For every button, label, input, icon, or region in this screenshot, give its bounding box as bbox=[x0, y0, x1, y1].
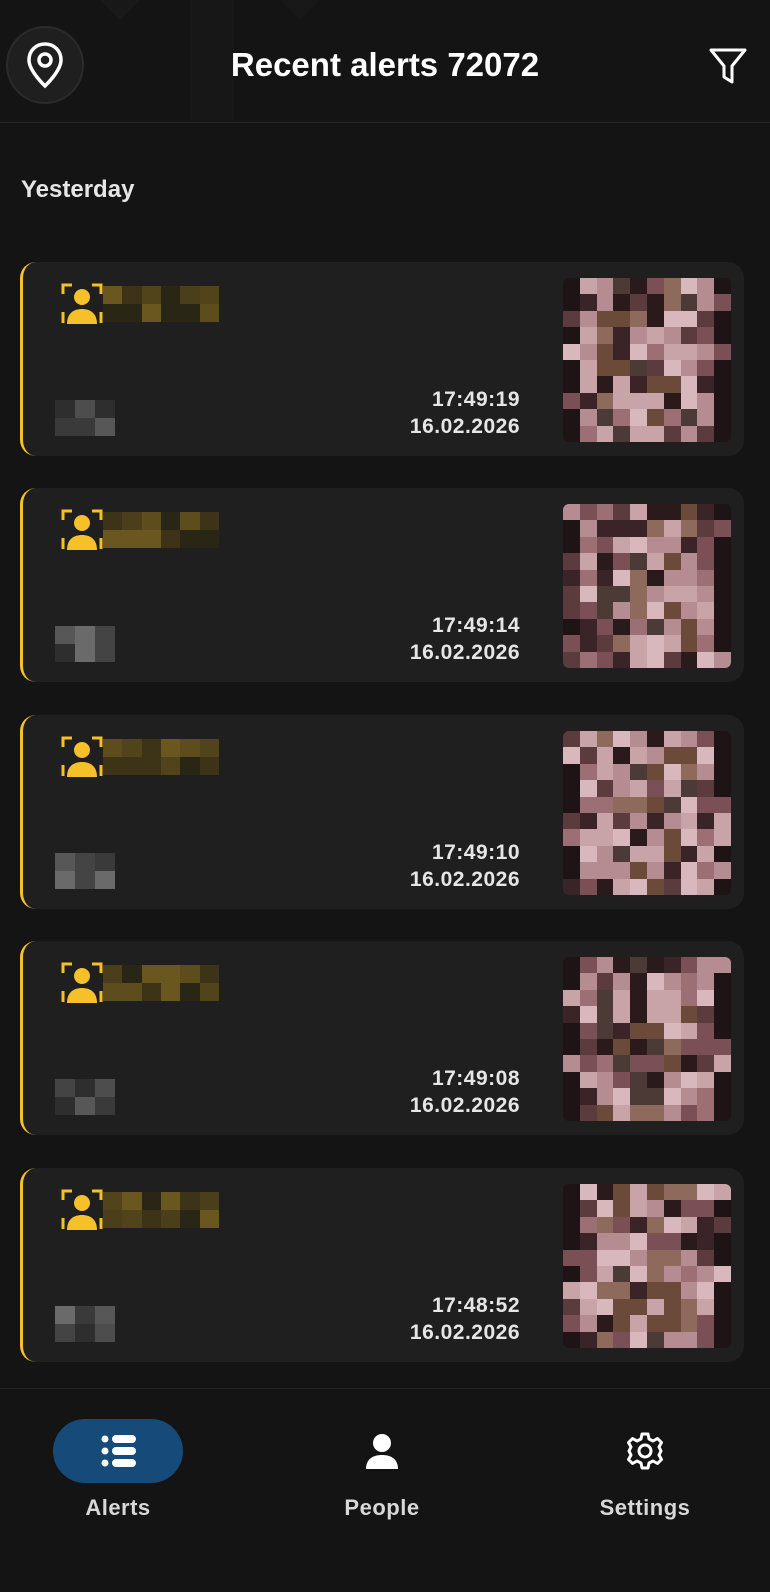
alert-card[interactable]: 17:48:52 16.02.2026 bbox=[20, 1168, 744, 1362]
nav-settings[interactable]: Settings bbox=[555, 1419, 735, 1549]
face-thumbnail[interactable] bbox=[563, 957, 731, 1121]
list-icon bbox=[101, 1435, 136, 1467]
face-recognition-icon bbox=[61, 962, 103, 1003]
alert-timestamp: 17:49:10 16.02.2026 bbox=[410, 839, 520, 893]
face-recognition-icon bbox=[61, 509, 103, 550]
face-recognition-icon bbox=[61, 736, 103, 777]
alert-date: 16.02.2026 bbox=[409, 1094, 520, 1117]
alert-card[interactable]: 17:49:14 16.02.2026 bbox=[20, 488, 744, 682]
alert-timestamp: 17:49:14 16.02.2026 bbox=[410, 612, 520, 666]
alert-time: 17:49:08 bbox=[431, 1067, 520, 1090]
person-name-redacted bbox=[103, 739, 219, 775]
section-label-yesterday: Yesterday bbox=[21, 176, 135, 203]
top-app-bar: Recent alerts 72072 bbox=[0, 0, 770, 123]
filter-icon bbox=[709, 48, 747, 84]
bottom-navigation: Alerts People Settings bbox=[0, 1388, 770, 1592]
nav-settings-label: Settings bbox=[599, 1495, 691, 1520]
camera-name-redacted bbox=[55, 1306, 115, 1342]
camera-name-redacted bbox=[55, 626, 115, 662]
alert-card[interactable]: 17:49:08 16.02.2026 bbox=[20, 941, 744, 1135]
alert-card[interactable]: 17:49:19 16.02.2026 bbox=[20, 262, 744, 456]
face-thumbnail[interactable] bbox=[563, 504, 731, 668]
face-thumbnail[interactable] bbox=[563, 278, 731, 442]
nav-alerts-label: Alerts bbox=[85, 1495, 151, 1520]
alert-date: 16.02.2026 bbox=[409, 868, 520, 891]
alert-date: 16.02.2026 bbox=[409, 641, 520, 664]
person-name-redacted bbox=[103, 1192, 219, 1228]
face-recognition-icon bbox=[61, 283, 103, 324]
alert-date: 16.02.2026 bbox=[409, 1321, 520, 1344]
face-thumbnail[interactable] bbox=[563, 731, 731, 895]
alert-date: 16.02.2026 bbox=[409, 415, 520, 438]
page-title: Recent alerts 72072 bbox=[230, 46, 540, 83]
alert-time: 17:49:10 bbox=[431, 841, 520, 864]
camera-name-redacted bbox=[55, 853, 115, 889]
alert-timestamp: 17:48:52 16.02.2026 bbox=[410, 1292, 520, 1346]
alert-card[interactable]: 17:49:10 16.02.2026 bbox=[20, 715, 744, 909]
nav-alerts-indicator bbox=[53, 1419, 183, 1483]
nav-people[interactable]: People bbox=[292, 1419, 472, 1549]
nav-alerts[interactable]: Alerts bbox=[28, 1419, 208, 1549]
alert-time: 17:48:52 bbox=[431, 1294, 520, 1317]
person-name-redacted bbox=[103, 512, 219, 548]
nav-settings-indicator bbox=[580, 1419, 710, 1483]
camera-name-redacted bbox=[55, 400, 115, 436]
alert-time: 17:49:14 bbox=[431, 614, 520, 637]
nav-people-indicator bbox=[317, 1419, 447, 1483]
gear-icon bbox=[627, 1432, 663, 1470]
person-name-redacted bbox=[103, 286, 219, 322]
face-recognition-icon bbox=[61, 1189, 103, 1230]
alert-time: 17:49:19 bbox=[431, 388, 520, 411]
filter-button[interactable] bbox=[706, 44, 750, 88]
person-icon bbox=[366, 1434, 398, 1469]
alert-timestamp: 17:49:08 16.02.2026 bbox=[410, 1065, 520, 1119]
face-thumbnail[interactable] bbox=[563, 1184, 731, 1348]
camera-name-redacted bbox=[55, 1079, 115, 1115]
nav-people-label: People bbox=[344, 1495, 420, 1520]
person-name-redacted bbox=[103, 965, 219, 1001]
alert-timestamp: 17:49:19 16.02.2026 bbox=[410, 386, 520, 440]
